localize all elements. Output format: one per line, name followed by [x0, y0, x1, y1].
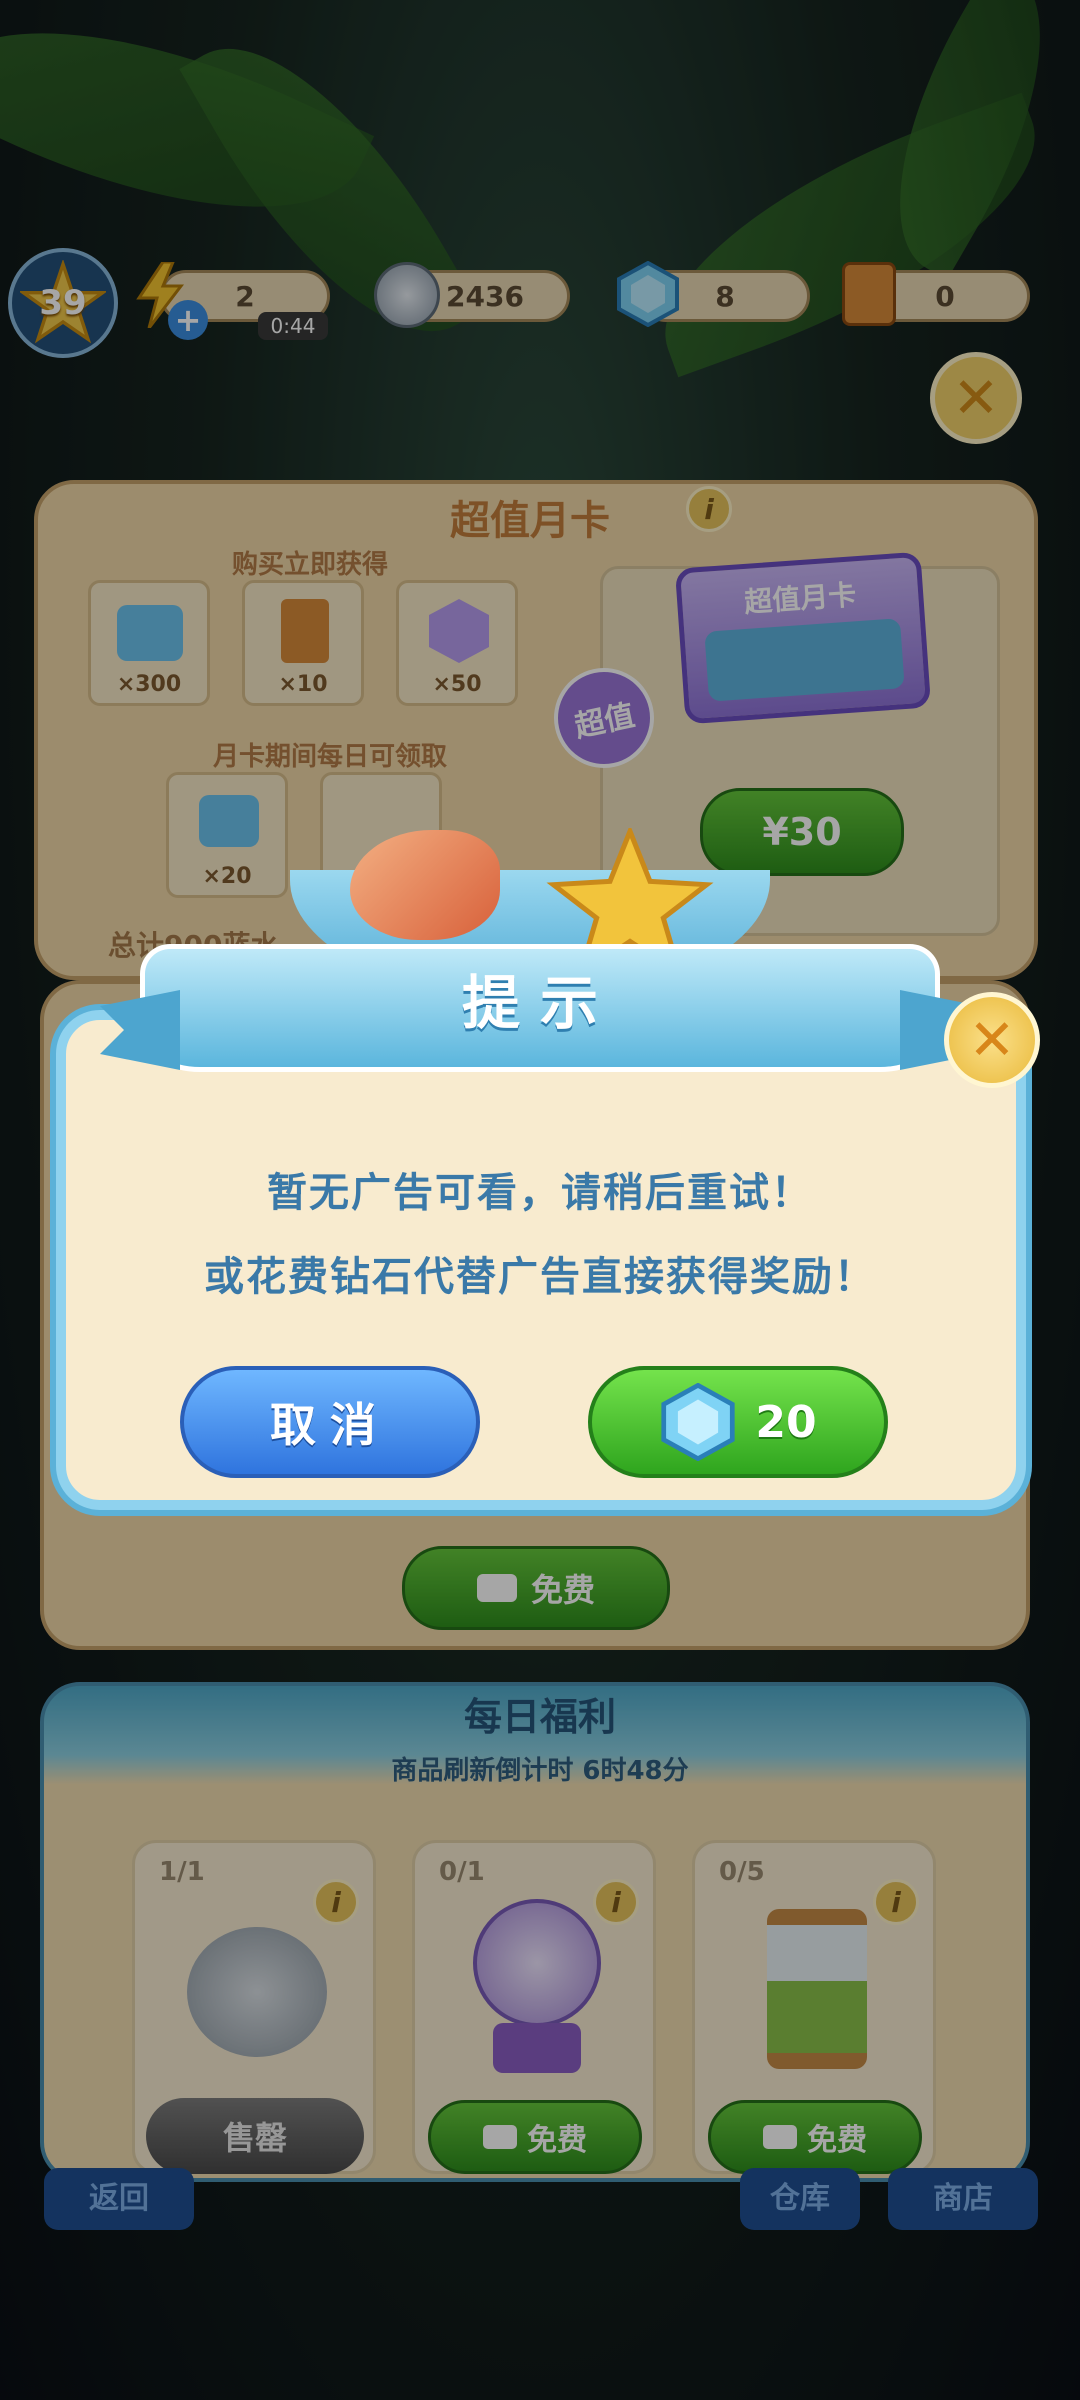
- dialog-message-line1: 暂无广告可看，请稍后重试！: [267, 1170, 813, 1216]
- diamond-confirm-button[interactable]: 20: [588, 1366, 888, 1478]
- cancel-label: 取消: [270, 1398, 390, 1452]
- diamond-cost: 20: [755, 1396, 817, 1448]
- close-dialog-icon[interactable]: ✕: [944, 992, 1040, 1088]
- dialog-message-line2: 或花费钻石代替广告直接获得奖励！: [204, 1254, 876, 1300]
- cancel-button[interactable]: 取消: [180, 1366, 480, 1478]
- diamond-icon: [659, 1382, 737, 1462]
- dialog-title: 提示: [461, 969, 618, 1037]
